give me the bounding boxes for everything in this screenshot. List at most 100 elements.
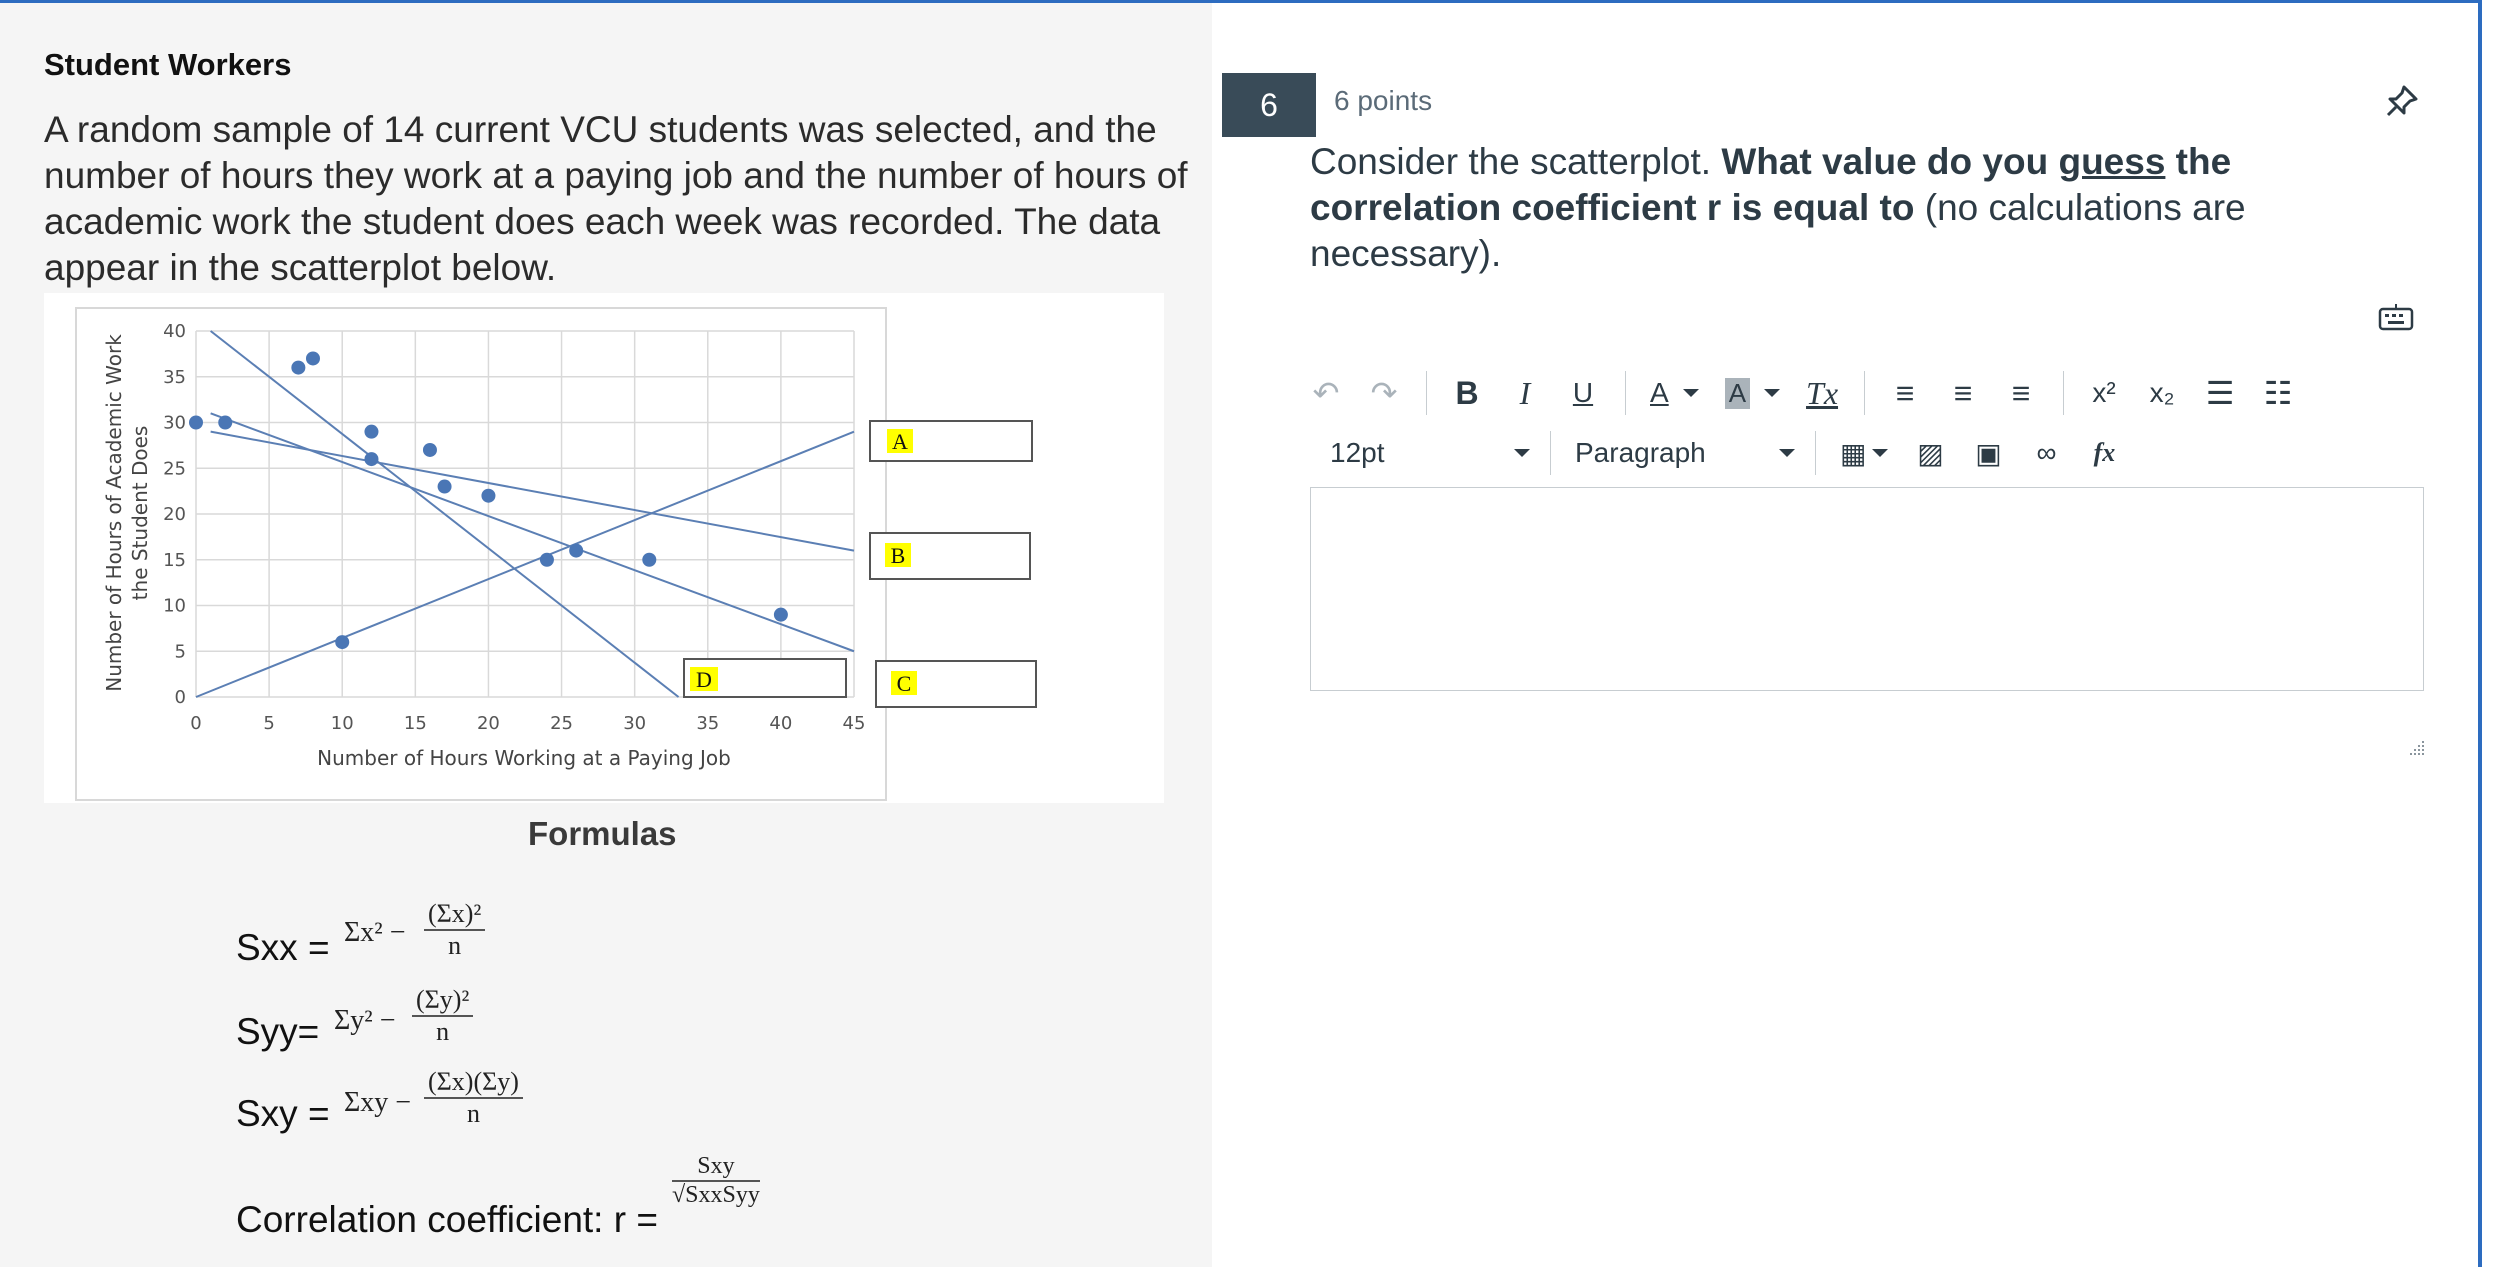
- data-point: [422, 442, 437, 457]
- toolbar-separator: [1864, 371, 1866, 415]
- y-tick-label: 30: [163, 413, 186, 434]
- block-format-dropdown[interactable]: Paragraph: [1575, 437, 1795, 469]
- sxy-numerator: (Σx)(Σy): [424, 1067, 523, 1099]
- line-tag-a: A: [892, 429, 908, 454]
- data-point: [364, 452, 379, 467]
- line-tag-b: B: [891, 543, 906, 568]
- data-point: [773, 607, 788, 622]
- y-tick-label: 40: [163, 321, 186, 342]
- chevron-down-icon: [1514, 449, 1530, 457]
- y-axis-label-line1: Number of Hours of Academic Work: [102, 334, 126, 692]
- superscript-icon[interactable]: x²: [2088, 377, 2120, 409]
- table-icon[interactable]: ▦: [1840, 437, 1889, 470]
- x-tick-label: 25: [550, 713, 573, 734]
- background-color-icon[interactable]: A: [1724, 377, 1781, 409]
- data-point: [218, 415, 233, 430]
- x-tick-label: 10: [331, 713, 354, 734]
- underline-icon[interactable]: U: [1567, 377, 1599, 409]
- line-tag-c: C: [897, 671, 912, 696]
- data-point: [305, 351, 320, 366]
- italic-icon[interactable]: I: [1509, 375, 1541, 412]
- media-icon[interactable]: ▣: [1972, 437, 2004, 470]
- scatterplot-container: 0 5 10 15 20 25 30 35 40 45 0 5 10 15 20 25 30 35 40 Numbe…: [44, 293, 1164, 803]
- align-right-icon[interactable]: ≡: [2005, 375, 2037, 412]
- correlation-denominator: √SxxSyy: [672, 1182, 760, 1208]
- keyboard-shortcuts-icon[interactable]: [2378, 303, 2414, 331]
- data-point: [291, 360, 306, 375]
- y-tick-label: 25: [163, 458, 186, 479]
- toolbar-separator: [2063, 371, 2065, 415]
- question-text-guess: guess: [2058, 141, 2166, 182]
- x-tick-label: 45: [843, 713, 866, 734]
- y-tick-label: 15: [163, 550, 186, 571]
- question-text-bold1: What value do you: [1721, 141, 2059, 182]
- toolbar-separator: [1426, 371, 1427, 415]
- y-tick-label: 5: [175, 641, 186, 662]
- subscript-icon[interactable]: x₂: [2146, 377, 2178, 409]
- sxx-denominator: n: [448, 931, 462, 960]
- syy-numerator: (Σy)²: [412, 985, 474, 1017]
- link-icon[interactable]: ∞: [2030, 437, 2062, 469]
- bold-icon[interactable]: B: [1451, 375, 1483, 412]
- sxx-numerator: (Σx)²: [424, 899, 486, 931]
- y-tick-label: 0: [175, 687, 186, 708]
- y-axis-label-line2: the Student Does: [128, 426, 152, 601]
- data-point: [539, 552, 554, 567]
- sxx-sum: Σx² −: [344, 917, 406, 948]
- syy-fraction: (Σy)² n: [412, 985, 474, 1047]
- block-format-value: Paragraph: [1575, 437, 1706, 468]
- align-left-icon[interactable]: ≡: [1889, 375, 1921, 412]
- question-points: 6 points: [1334, 85, 1433, 116]
- numbered-list-icon[interactable]: ☷: [2262, 374, 2294, 412]
- align-center-icon[interactable]: ≡: [1947, 375, 1979, 412]
- correlation-fraction: Sxy √SxxSyy: [672, 1153, 760, 1209]
- redo-icon[interactable]: ↷: [1368, 374, 1400, 412]
- font-size-dropdown[interactable]: 12pt: [1310, 437, 1530, 469]
- rich-text-editor[interactable]: [1310, 487, 2424, 691]
- sxx-label: Sxx =: [236, 927, 330, 968]
- sxy-fraction: (Σx)(Σy) n: [424, 1067, 523, 1129]
- x-axis-label: Number of Hours Working at a Paying Job: [317, 746, 731, 770]
- sxy-denominator: n: [466, 1099, 480, 1128]
- stimulus-description: A random sample of 14 current VCU studen…: [44, 109, 1188, 288]
- y-tick-label: 10: [163, 596, 186, 617]
- equation-icon[interactable]: fx: [2088, 438, 2120, 468]
- syy-denominator: n: [436, 1017, 450, 1046]
- question-text: Consider the scatterplot. What value do …: [1310, 139, 2330, 277]
- stimulus-title: Student Workers: [44, 47, 292, 82]
- y-tick-label: 20: [163, 504, 186, 525]
- toolbar-separator: [1625, 371, 1626, 415]
- resize-handle-icon[interactable]: [2404, 737, 2426, 759]
- x-tick-label: 35: [696, 713, 719, 734]
- question-number: 6: [1222, 73, 1316, 137]
- x-tick-label: 5: [263, 713, 274, 734]
- syy-sum: Σy² −: [334, 1005, 396, 1036]
- question-panel: 6 6 points Consider the scatterplot. Wha…: [1212, 0, 2482, 1267]
- sxy-sum: Σxy −: [344, 1087, 412, 1118]
- formulas-title: Formulas: [528, 815, 677, 852]
- x-tick-label: 40: [769, 713, 792, 734]
- editor-toolbar-row2: 12pt Paragraph ▦ ▨ ▣ ∞ fx: [1310, 423, 2146, 483]
- data-point: [189, 415, 203, 430]
- sxx-fraction: (Σx)² n: [424, 899, 486, 961]
- data-point: [642, 552, 657, 567]
- y-tick-label: 35: [163, 367, 186, 388]
- question-text-part1: Consider the scatterplot.: [1310, 141, 1722, 182]
- font-size-value: 12pt: [1330, 437, 1385, 468]
- x-tick-label: 30: [623, 713, 646, 734]
- question-stimulus-panel: Student Workers A random sample of 14 cu…: [0, 0, 1212, 1267]
- x-tick-label: 20: [477, 713, 500, 734]
- syy-label: Syy=: [236, 1011, 320, 1052]
- chevron-down-icon: [1779, 449, 1795, 457]
- image-icon[interactable]: ▨: [1914, 437, 1946, 470]
- undo-icon[interactable]: ↶: [1310, 374, 1342, 412]
- sxy-label: Sxy =: [236, 1093, 330, 1134]
- clear-formatting-icon[interactable]: Tx: [1806, 375, 1838, 412]
- data-point: [569, 543, 584, 558]
- scatterplot: 0 5 10 15 20 25 30 35 40 45 0 5 10 15 20 25 30 35 40 Numbe…: [75, 307, 1037, 801]
- bullet-list-icon[interactable]: ☰: [2204, 374, 2236, 412]
- toolbar-separator: [1550, 431, 1551, 475]
- correlation-numerator: Sxy: [672, 1153, 760, 1182]
- pin-icon[interactable]: [2382, 81, 2422, 121]
- text-color-icon[interactable]: A: [1650, 377, 1699, 409]
